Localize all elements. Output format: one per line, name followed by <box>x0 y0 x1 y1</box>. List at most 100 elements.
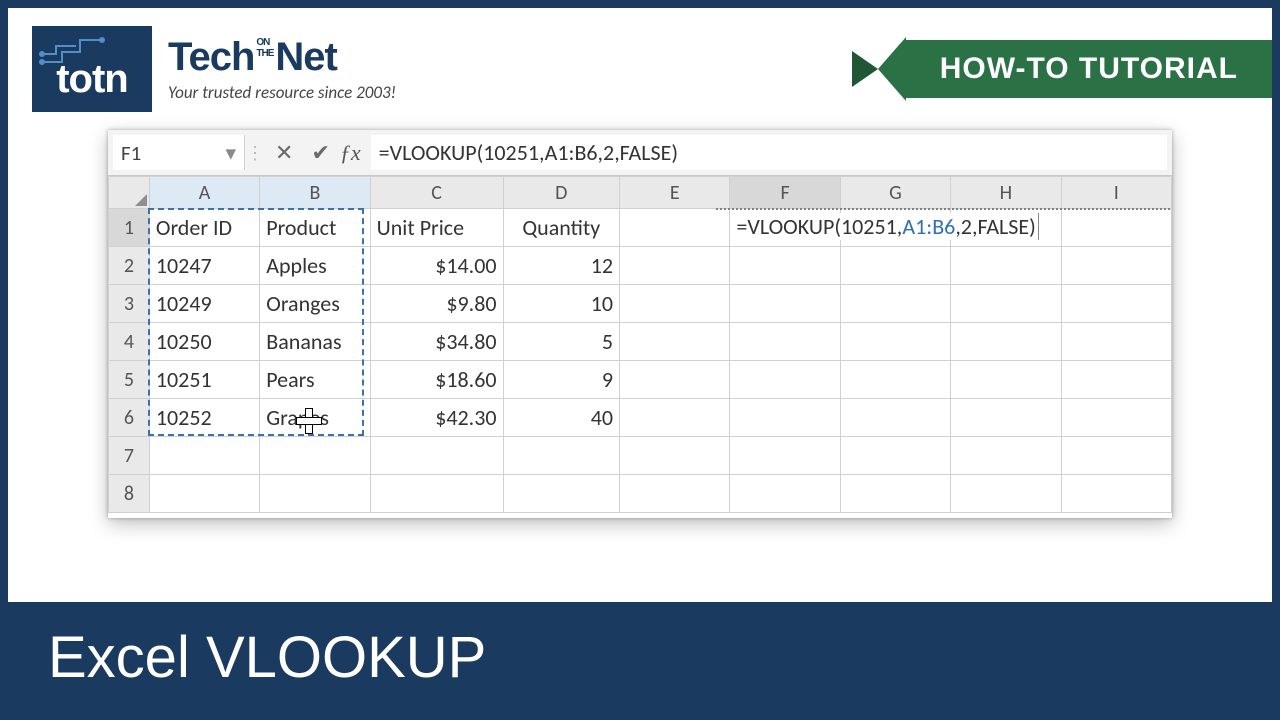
cell-b3[interactable]: Oranges <box>260 285 370 323</box>
formula-input[interactable]: =VLOOKUP(10251,A1:B6,2,FALSE) <box>371 135 1167 170</box>
cell-a5[interactable]: 10251 <box>149 361 259 399</box>
cell-b8[interactable] <box>260 475 370 513</box>
cell-e5[interactable] <box>620 361 730 399</box>
cell-g8[interactable] <box>840 475 950 513</box>
row-header-4[interactable]: 4 <box>109 323 150 361</box>
cell-f1-editing[interactable]: =VLOOKUP(10251,A1:B6,2,FALSE) <box>734 213 1038 240</box>
cell-i3[interactable] <box>1061 285 1171 323</box>
cell-d7[interactable] <box>503 437 620 475</box>
col-header-b[interactable]: B <box>260 177 370 209</box>
footer-title: Excel VLOOKUP <box>48 624 486 691</box>
cell-b7[interactable] <box>260 437 370 475</box>
cell-e7[interactable] <box>620 437 730 475</box>
cell-e2[interactable] <box>620 247 730 285</box>
cell-h3[interactable] <box>951 285 1061 323</box>
col-header-i[interactable]: I <box>1061 177 1171 209</box>
cell-g5[interactable] <box>840 361 950 399</box>
cell-a8[interactable] <box>149 475 259 513</box>
name-box[interactable]: F1 ▾ <box>113 135 245 170</box>
cell-a6[interactable]: 10252 <box>149 399 259 437</box>
cell-g6[interactable] <box>840 399 950 437</box>
cell-d8[interactable] <box>503 475 620 513</box>
row-header-2[interactable]: 2 <box>109 247 150 285</box>
cell-g4[interactable] <box>840 323 950 361</box>
cell-i2[interactable] <box>1061 247 1171 285</box>
cell-c7[interactable] <box>370 437 503 475</box>
cell-e6[interactable] <box>620 399 730 437</box>
cell-f1[interactable]: =VLOOKUP(10251,A1:B6,2,FALSE) <box>730 209 840 247</box>
cell-b4[interactable]: Bananas <box>260 323 370 361</box>
cell-e3[interactable] <box>620 285 730 323</box>
cell-b2[interactable]: Apples <box>260 247 370 285</box>
row-header-7[interactable]: 7 <box>109 437 150 475</box>
cell-g7[interactable] <box>840 437 950 475</box>
cell-e4[interactable] <box>620 323 730 361</box>
cell-c6[interactable]: $42.30 <box>370 399 503 437</box>
cell-d4[interactable]: 5 <box>503 323 620 361</box>
cell-b6[interactable]: Grapes <box>260 399 370 437</box>
select-all-corner[interactable] <box>109 177 150 209</box>
cell-g3[interactable] <box>840 285 950 323</box>
fx-icon[interactable]: ƒx <box>340 130 371 175</box>
cancel-icon[interactable]: ✕ <box>275 139 293 166</box>
col-header-f[interactable]: F <box>730 177 840 209</box>
cell-a2[interactable]: 10247 <box>149 247 259 285</box>
cell-f4[interactable] <box>730 323 840 361</box>
cell-b5[interactable]: Pears <box>260 361 370 399</box>
name-box-dropdown-icon[interactable]: ▾ <box>225 140 236 166</box>
row-header-1[interactable]: 1 <box>109 209 150 247</box>
cell-i4[interactable] <box>1061 323 1171 361</box>
brand-block: totn TechONTHENet Your trusted resource … <box>32 26 396 112</box>
cell-f6[interactable] <box>730 399 840 437</box>
cell-c2[interactable]: $14.00 <box>370 247 503 285</box>
cell-f3[interactable] <box>730 285 840 323</box>
col-header-d[interactable]: D <box>503 177 620 209</box>
cell-h5[interactable] <box>951 361 1061 399</box>
cell-i1[interactable] <box>1061 209 1171 247</box>
cell-h6[interactable] <box>951 399 1061 437</box>
cell-i8[interactable] <box>1061 475 1171 513</box>
cell-a4[interactable]: 10250 <box>149 323 259 361</box>
cell-a7[interactable] <box>149 437 259 475</box>
col-header-a[interactable]: A <box>149 177 259 209</box>
cell-i7[interactable] <box>1061 437 1171 475</box>
cell-h4[interactable] <box>951 323 1061 361</box>
cell-c1[interactable]: Unit Price <box>370 209 503 247</box>
cell-c5[interactable]: $18.60 <box>370 361 503 399</box>
cell-i5[interactable] <box>1061 361 1171 399</box>
cell-f5[interactable] <box>730 361 840 399</box>
cell-f8[interactable] <box>730 475 840 513</box>
cell-d1[interactable]: Quantity <box>503 209 620 247</box>
grid[interactable]: A B C D E F G H I 1 Order ID <box>108 176 1172 513</box>
worksheet[interactable]: A B C D E F G H I 1 Order ID <box>108 176 1172 518</box>
enter-icon[interactable]: ✔ <box>311 139 329 166</box>
col-header-g[interactable]: G <box>840 177 950 209</box>
cell-c8[interactable] <box>370 475 503 513</box>
cell-f2[interactable] <box>730 247 840 285</box>
col-header-c[interactable]: C <box>370 177 503 209</box>
cell-e8[interactable] <box>620 475 730 513</box>
row-header-6[interactable]: 6 <box>109 399 150 437</box>
row-header-3[interactable]: 3 <box>109 285 150 323</box>
cell-e1[interactable] <box>620 209 730 247</box>
cell-g2[interactable] <box>840 247 950 285</box>
cell-a3[interactable]: 10249 <box>149 285 259 323</box>
cell-d5[interactable]: 9 <box>503 361 620 399</box>
row-header-8[interactable]: 8 <box>109 475 150 513</box>
cell-i6[interactable] <box>1061 399 1171 437</box>
cell-c4[interactable]: $34.80 <box>370 323 503 361</box>
cell-d6[interactable]: 40 <box>503 399 620 437</box>
cell-h8[interactable] <box>951 475 1061 513</box>
brand-the: THE <box>256 48 273 59</box>
cell-h2[interactable] <box>951 247 1061 285</box>
cell-b1[interactable]: Product <box>260 209 370 247</box>
cell-h7[interactable] <box>951 437 1061 475</box>
col-header-h[interactable]: H <box>951 177 1061 209</box>
cell-a1[interactable]: Order ID <box>149 209 259 247</box>
cell-d3[interactable]: 10 <box>503 285 620 323</box>
cell-c3[interactable]: $9.80 <box>370 285 503 323</box>
cell-f7[interactable] <box>730 437 840 475</box>
row-header-5[interactable]: 5 <box>109 361 150 399</box>
col-header-e[interactable]: E <box>620 177 730 209</box>
cell-d2[interactable]: 12 <box>503 247 620 285</box>
